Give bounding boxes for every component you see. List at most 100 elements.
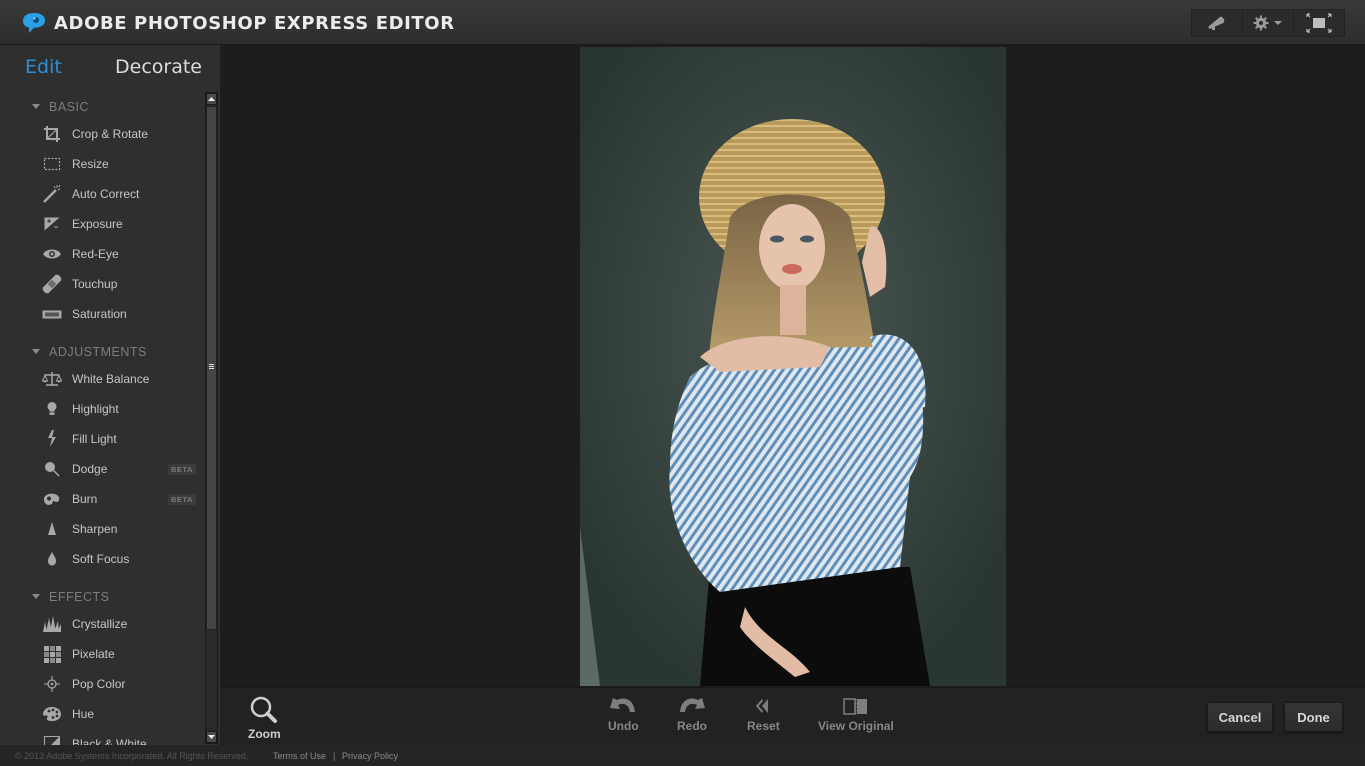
tool-label: Fill Light <box>72 432 117 446</box>
view-original-label: View Original <box>818 719 894 733</box>
beta-badge: BETA <box>168 463 196 475</box>
zoom-label: Zoom <box>248 727 281 741</box>
cancel-button[interactable]: Cancel <box>1207 702 1273 732</box>
tool-exposure[interactable]: Exposure <box>0 209 204 239</box>
resize-icon <box>41 154 63 174</box>
fullscreen-icon <box>1306 13 1332 33</box>
droplet-icon <box>41 549 63 569</box>
scroll-up-button[interactable] <box>206 93 217 105</box>
tool-dodge[interactable]: Dodge BETA <box>0 454 204 484</box>
tool-pop-color[interactable]: Pop Color <box>0 669 204 699</box>
scale-icon <box>41 369 63 389</box>
view-original-button[interactable]: View Original <box>818 696 894 733</box>
section-title: BASIC <box>49 100 90 114</box>
tool-touchup[interactable]: Touchup <box>0 269 204 299</box>
tool-pixelate[interactable]: Pixelate <box>0 639 204 669</box>
reset-label: Reset <box>747 719 780 733</box>
lightning-icon <box>41 429 63 449</box>
arrow-down-icon <box>208 735 215 739</box>
tool-fill-light[interactable]: Fill Light <box>0 424 204 454</box>
tool-black-white[interactable]: Black & White <box>0 729 204 745</box>
image-canvas <box>220 45 1365 687</box>
section-effects-header[interactable]: EFFECTS <box>0 585 204 609</box>
grip-icon <box>209 364 214 370</box>
scroll-down-button[interactable] <box>206 731 217 743</box>
reset-button[interactable]: Reset <box>747 696 780 733</box>
tool-highlight[interactable]: Highlight <box>0 394 204 424</box>
tool-label: Soft Focus <box>72 552 130 566</box>
reset-icon <box>756 699 769 713</box>
crystal-icon <box>41 614 63 634</box>
footer-separator: | <box>333 750 336 761</box>
tool-auto-correct[interactable]: Auto Correct <box>0 179 204 209</box>
fullscreen-button[interactable] <box>1294 10 1344 36</box>
tool-resize[interactable]: Resize <box>0 149 204 179</box>
gear-icon <box>1253 15 1269 31</box>
bottom-toolbar: Zoom Undo Redo Reset View Original Cance… <box>220 687 1365 745</box>
tool-label: Pixelate <box>72 647 115 661</box>
crop-icon <box>41 124 63 144</box>
tools-sidebar: Edit Decorate BASIC Crop & Rotate Resize… <box>0 45 220 745</box>
tool-label: Highlight <box>72 402 119 416</box>
tool-soft-focus[interactable]: Soft Focus <box>0 544 204 574</box>
section-basic-header[interactable]: BASIC <box>0 95 204 119</box>
tool-label: Exposure <box>72 217 123 231</box>
magic-wand-icon <box>41 184 63 204</box>
compare-icon <box>843 698 867 715</box>
copyright-text: © 2013 Adobe Systems Incorporated. All R… <box>15 750 249 761</box>
tool-crystallize[interactable]: Crystallize <box>0 609 204 639</box>
caret-down-icon <box>32 349 40 354</box>
settings-button[interactable] <box>1243 10 1294 36</box>
redo-icon <box>680 698 705 712</box>
sharpen-icon <box>41 519 63 539</box>
terms-of-use-link[interactable]: Terms of Use <box>273 751 326 761</box>
done-button[interactable]: Done <box>1284 702 1343 732</box>
announcements-button[interactable] <box>1192 10 1243 36</box>
zoom-button[interactable]: Zoom <box>248 696 281 741</box>
tool-crop-rotate[interactable]: Crop & Rotate <box>0 119 204 149</box>
tool-label: Saturation <box>72 307 127 321</box>
app-header: ADOBE PHOTOSHOP EXPRESS EDITOR <box>0 0 1365 45</box>
dodge-icon <box>41 459 63 479</box>
sidebar-scrollbar[interactable] <box>205 92 218 744</box>
tool-label: Auto Correct <box>72 187 140 201</box>
privacy-policy-link[interactable]: Privacy Policy <box>342 751 398 761</box>
megaphone-icon <box>1208 16 1225 30</box>
tool-hue[interactable]: Hue <box>0 699 204 729</box>
tool-sharpen[interactable]: Sharpen <box>0 514 204 544</box>
tool-label: Crystallize <box>72 617 128 631</box>
tool-label: Pop Color <box>72 677 126 691</box>
caret-down-icon <box>32 104 40 109</box>
lightbulb-icon <box>41 399 63 419</box>
tool-saturation[interactable]: Saturation <box>0 299 204 329</box>
undo-button[interactable]: Undo <box>608 696 639 733</box>
photoshop-express-editor: ADOBE PHOTOSHOP EXPRESS EDITOR Edit Deco… <box>0 0 1365 766</box>
tool-red-eye[interactable]: Red-Eye <box>0 239 204 269</box>
caret-down-icon <box>32 594 40 599</box>
tab-decorate[interactable]: Decorate <box>115 56 202 78</box>
beta-badge: BETA <box>168 493 196 505</box>
app-title: ADOBE PHOTOSHOP EXPRESS EDITOR <box>54 13 455 34</box>
tool-label: Dodge <box>72 462 108 476</box>
scrollbar-thumb[interactable] <box>206 106 217 630</box>
exposure-icon <box>41 214 63 234</box>
undo-icon <box>610 698 636 712</box>
eye-icon <box>41 244 63 264</box>
tool-burn[interactable]: Burn BETA <box>0 484 204 514</box>
tool-white-balance[interactable]: White Balance <box>0 364 204 394</box>
tool-label: Red-Eye <box>72 247 119 261</box>
tab-edit[interactable]: Edit <box>25 56 62 78</box>
edited-photo[interactable] <box>580 47 1006 686</box>
saturation-icon <box>41 304 63 324</box>
undo-label: Undo <box>608 719 639 733</box>
section-title: EFFECTS <box>49 590 110 604</box>
section-adjustments-header[interactable]: ADJUSTMENTS <box>0 340 204 364</box>
photo-illustration <box>580 47 1006 686</box>
black-white-icon <box>41 734 63 745</box>
bandage-icon <box>41 274 63 294</box>
pixelate-icon <box>41 644 63 664</box>
tool-label: Touchup <box>72 277 118 291</box>
burn-icon <box>41 489 63 509</box>
footer: © 2013 Adobe Systems Incorporated. All R… <box>0 745 1365 766</box>
redo-button[interactable]: Redo <box>677 696 707 733</box>
